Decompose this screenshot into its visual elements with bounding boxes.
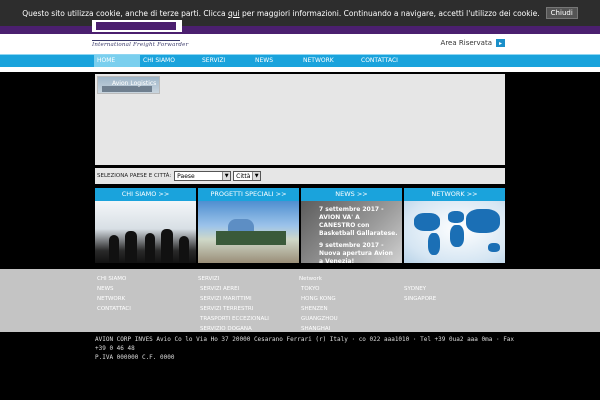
logo-tagline: International Freight Forwarder bbox=[92, 42, 189, 48]
cookie-info-link[interactable]: qui bbox=[228, 9, 240, 18]
country-city-selector: SELEZIONA PAESE E CITTÀ: Paese ▼ Città ▼ bbox=[95, 168, 505, 184]
footer-link[interactable]: SINGAPORE bbox=[402, 294, 436, 304]
chevron-down-icon: ▼ bbox=[222, 172, 231, 180]
footer-link[interactable]: HONG KONG bbox=[299, 294, 338, 304]
footer-col-main: CHI SIAMO NEWS NETWORK CONTATTACI bbox=[95, 274, 131, 314]
nav-divider bbox=[0, 67, 600, 72]
country-select-value: Paese bbox=[177, 172, 195, 180]
legal-info: AVION CORP INVES Avio Co lo Via Ho 37 20… bbox=[95, 335, 515, 362]
footer-link[interactable]: CHI SIAMO bbox=[95, 274, 131, 284]
country-select[interactable]: Paese ▼ bbox=[174, 171, 232, 181]
nav-news[interactable]: NEWS bbox=[252, 55, 300, 67]
tile-title: PROGETTI SPECIALI >> bbox=[198, 188, 299, 201]
city-select[interactable]: Città ▼ bbox=[233, 171, 262, 181]
main-nav: HOME CHI SIAMO SERVIZI NEWS NETWORK CONT… bbox=[0, 54, 600, 67]
cookie-text-after: per maggiori informazioni. Continuando a… bbox=[242, 8, 540, 18]
nav-network[interactable]: NETWORK bbox=[300, 55, 358, 67]
nav-contattaci[interactable]: CONTATTACI bbox=[358, 55, 418, 67]
cookie-message: Questo sito utilizza cookie, anche di te… bbox=[22, 9, 539, 18]
footer-heading[interactable]: Network bbox=[299, 274, 338, 284]
feature-tiles: CHI SIAMO >> PROGETTI SPECIALI >> NEWS >… bbox=[95, 188, 505, 263]
news-item[interactable]: 9 settembre 2017 - Nuova apertura Avion … bbox=[319, 242, 398, 263]
city-select-value: Città bbox=[236, 172, 251, 180]
footer-link[interactable]: CONTATTACI bbox=[95, 304, 131, 314]
footer-link[interactable]: SHENZEN bbox=[299, 304, 338, 314]
site-logo[interactable]: International Freight Forwarder bbox=[92, 20, 188, 52]
hero-thumbnail[interactable]: Avion Logistics bbox=[97, 76, 160, 94]
chevron-down-icon: ▼ bbox=[252, 172, 261, 180]
hero-caption: Avion Logistics bbox=[112, 80, 157, 87]
tile-news[interactable]: NEWS >> 7 settembre 2017 - AVION VA' A C… bbox=[301, 188, 402, 263]
legal-line: P.IVA 000000 C.F. 0000 bbox=[95, 354, 175, 361]
arrow-right-icon[interactable]: ▸ bbox=[496, 39, 505, 47]
reserved-area-label: Area Riservata bbox=[440, 39, 492, 47]
cookie-banner: Questo sito utilizza cookie, anche di te… bbox=[0, 0, 600, 26]
truck-photo bbox=[198, 201, 299, 263]
footer-link[interactable]: TRASPORTI ECCEZIONALI bbox=[198, 314, 269, 324]
reserved-area-link[interactable]: Area Riservata ▸ bbox=[441, 39, 505, 47]
tile-chi-siamo[interactable]: CHI SIAMO >> bbox=[95, 188, 196, 263]
legal-line: AVION CORP INVES Avio Co lo Via Ho 37 20… bbox=[95, 336, 515, 352]
tile-network[interactable]: NETWORK >> bbox=[404, 188, 505, 263]
footer-link[interactable]: NEWS bbox=[95, 284, 131, 294]
hero-banner: Avion Logistics bbox=[95, 74, 505, 165]
footer-col-network: Network TOKYO HONG KONG SHENZEN GUANGZHO… bbox=[299, 274, 338, 334]
tile-title: CHI SIAMO >> bbox=[95, 188, 196, 201]
selector-label: SELEZIONA PAESE E CITTÀ: bbox=[97, 173, 172, 179]
cookie-text: Questo sito utilizza cookie, anche di te… bbox=[22, 8, 226, 18]
footer-heading[interactable]: SERVIZI bbox=[198, 274, 269, 284]
footer-link[interactable]: SERVIZI AEREI bbox=[198, 284, 269, 294]
logo-mark bbox=[92, 20, 182, 32]
footer-link[interactable]: SERVIZI TERRESTRI bbox=[198, 304, 269, 314]
footer-link[interactable]: SYDNEY bbox=[402, 284, 436, 294]
brand-band bbox=[0, 26, 600, 34]
news-list: 7 settembre 2017 - AVION VA' A CANESTRO … bbox=[301, 201, 402, 263]
cookie-close-button[interactable]: Chiudi bbox=[545, 7, 578, 19]
nav-servizi[interactable]: SERVIZI bbox=[199, 55, 252, 67]
footer-col-network-2: SYDNEY SINGAPORE bbox=[402, 274, 436, 304]
world-map bbox=[404, 201, 505, 263]
site-header bbox=[0, 34, 600, 54]
footer-col-servizi: SERVIZI SERVIZI AEREI SERVIZI MARITTIMI … bbox=[198, 274, 269, 334]
team-photo bbox=[95, 201, 196, 263]
footer-link[interactable]: TOKYO bbox=[299, 284, 338, 294]
footer-link[interactable]: SERVIZI MARITTIMI bbox=[198, 294, 269, 304]
footer-link[interactable]: SHANGHAI bbox=[299, 324, 338, 334]
tile-title: NETWORK >> bbox=[404, 188, 505, 201]
footer-link[interactable]: NETWORK bbox=[95, 294, 131, 304]
nav-home[interactable]: HOME bbox=[94, 55, 140, 67]
site-footer: CHI SIAMO NEWS NETWORK CONTATTACI SERVIZ… bbox=[0, 269, 600, 332]
tile-title: NEWS >> bbox=[301, 188, 402, 201]
tile-progetti-speciali[interactable]: PROGETTI SPECIALI >> bbox=[198, 188, 299, 263]
nav-chi-siamo[interactable]: CHI SIAMO bbox=[140, 55, 199, 67]
footer-link[interactable]: SERVIZIO DOGANA bbox=[198, 324, 269, 334]
footer-link[interactable]: GUANGZHOU bbox=[299, 314, 338, 324]
news-item[interactable]: 7 settembre 2017 - AVION VA' A CANESTRO … bbox=[319, 206, 398, 238]
